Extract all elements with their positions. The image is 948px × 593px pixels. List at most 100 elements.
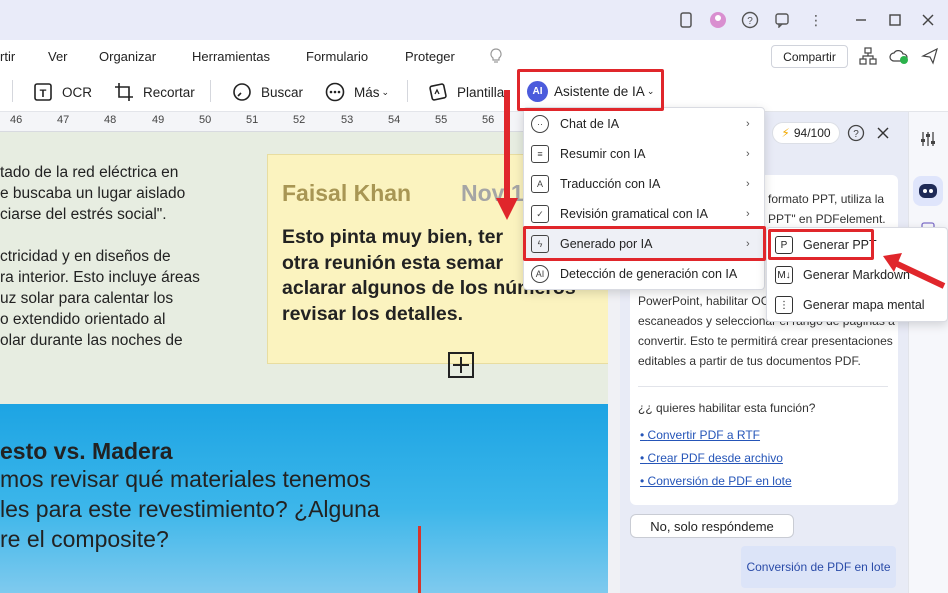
network-icon[interactable] [859,47,877,68]
add-note-icon[interactable] [448,352,474,378]
ai-assistant-label: Asistente de IA [554,83,645,99]
panel-divider [638,386,888,387]
toolbar-divider [210,80,211,102]
ai-assistant-button[interactable]: AI Asistente de IA ⌄ [527,79,654,103]
search-button[interactable]: Buscar [231,80,303,104]
ppt-icon: P [775,236,793,254]
more-icon [324,81,346,103]
lightbulb-icon[interactable] [489,47,503,68]
maximize-icon[interactable] [885,10,905,30]
menu-item-ai-chat[interactable]: ·· Chat de IA › [524,109,766,139]
menu-item-summarize[interactable]: ≡ Resumir con IA › [524,139,766,169]
template-button[interactable]: Plantilla [427,80,504,104]
mindmap-icon: ⋮ [775,296,793,314]
title-bar: ? ⋮ [0,0,948,40]
menu-view[interactable]: Ver [48,49,68,64]
menu-item-grammar[interactable]: ✓ Revisión gramatical con IA › [524,199,766,229]
ruler-tick: 46 [10,114,23,126]
panel-text-line: convertir. Esto te permitirá crear prese… [638,334,893,348]
chevron-right-icon: › [746,148,750,160]
ruler-tick: 49 [152,114,165,126]
help-icon[interactable]: ? [847,124,865,147]
cloud-sync-icon[interactable] [889,47,909,68]
ruler-tick: 53 [341,114,354,126]
close-icon[interactable] [918,10,938,30]
counter-value: 94/100 [793,126,831,140]
avatar[interactable] [708,10,728,30]
submenu-item-label: Generar mapa mental [803,298,925,312]
crop-icon [113,81,135,103]
ai-robot-icon[interactable] [913,176,943,206]
document-line: olar durante las noches de [0,332,183,349]
crop-button[interactable]: Recortar [113,80,195,104]
suggestion-chip[interactable]: Conversión de PDF en lote [741,546,896,588]
menu-item-generate-mindmap[interactable]: ⋮ Generar mapa mental [767,290,948,320]
svg-text:T: T [40,88,47,100]
document-canvas[interactable]: tado de la red eléctrica en e buscaba un… [0,132,608,593]
feedback-icon[interactable] [772,10,792,30]
settings-sliders-icon[interactable] [919,130,937,153]
submenu-item-label: Generar PPT [803,238,877,252]
translate-icon: A [531,175,549,193]
chevron-down-icon: ⌄ [381,86,390,97]
menu-tools[interactable]: Herramientas [192,49,270,64]
menu-item-generate-ppt[interactable]: P Generar PPT [767,230,948,260]
menu-item-translate[interactable]: A Traducción con IA › [524,169,766,199]
panel-text-line: PowerPoint, habilitar OC [638,294,770,308]
more-button[interactable]: Más ⌄ [324,80,389,104]
template-label: Plantilla [457,84,505,100]
share-button[interactable]: Compartir [771,45,848,68]
panel-text-line: PPT" en PDFelement. [768,212,886,226]
document-line: tado de la red eléctrica en [0,164,179,181]
menu-item-ai-generated[interactable]: ϟ Generado por IA › [524,229,766,259]
link-create-pdf[interactable]: Crear PDF desde archivo [640,451,783,465]
sticky-date: Nov 1 [461,180,524,206]
template-icon [427,81,449,103]
ocr-label: OCR [62,84,92,100]
menu-item-generate-markdown[interactable]: M↓ Generar Markdown [767,260,948,290]
search-label: Buscar [261,84,304,100]
menu-form[interactable]: Formulario [306,49,368,64]
tablet-icon[interactable] [676,10,696,30]
more-label: Más [354,84,380,100]
menu-item-label: Revisión gramatical con IA [560,207,708,221]
minimize-icon[interactable] [851,10,871,30]
svg-text:?: ? [853,129,859,140]
grammar-check-icon: ✓ [531,205,549,223]
right-sidebar [908,112,948,593]
toolbar-divider [12,80,13,102]
menu-organize[interactable]: Organizar [99,49,156,64]
chevron-right-icon: › [746,178,750,190]
menu-convert[interactable]: rtir [0,49,15,64]
link-convert-rtf[interactable]: Convertir PDF a RTF [640,428,760,442]
sticky-author: Faisal Khan [282,180,412,206]
markdown-icon: M↓ [775,266,793,284]
link-batch-convert[interactable]: Conversión de PDF en lote [640,474,792,488]
chevron-right-icon: › [746,208,750,220]
ai-assistant-menu: ·· Chat de IA › ≡ Resumir con IA › A Tra… [523,107,766,290]
ai-detect-icon: AI [531,265,549,283]
menu-item-ai-detection[interactable]: AI Detección de generación con IA [524,259,766,289]
document-line: o extendido orientado al [0,311,166,328]
kebab-menu-icon[interactable]: ⋮ [806,10,826,30]
ruler-tick: 55 [435,114,448,126]
document-line: ctricidad y en diseños de [0,248,171,265]
ocr-button[interactable]: T OCR [32,80,92,104]
document-photo: esto vs. Madera mos revisar qué material… [0,404,608,593]
sticky-line: revisar los detalles. [282,302,464,325]
document-line: uz solar para calentar los [0,290,174,307]
document-line: ciarse del estrés social". [0,206,167,223]
no-just-answer-button[interactable]: No, solo respóndeme [630,514,794,538]
menu-protect[interactable]: Proteger [405,49,455,64]
svg-text:?: ? [747,16,753,27]
ai-badge-icon: AI [527,80,548,102]
document-line: e buscaba un lugar aislado [0,185,186,202]
menu-item-label: Traducción con IA [560,177,661,191]
close-panel-icon[interactable] [877,126,889,144]
document-line: ra interior. Esto incluye áreas [0,269,200,286]
help-icon[interactable]: ? [740,10,760,30]
ruler-tick: 54 [388,114,401,126]
send-icon[interactable] [921,47,939,68]
ruler-tick: 51 [246,114,259,126]
